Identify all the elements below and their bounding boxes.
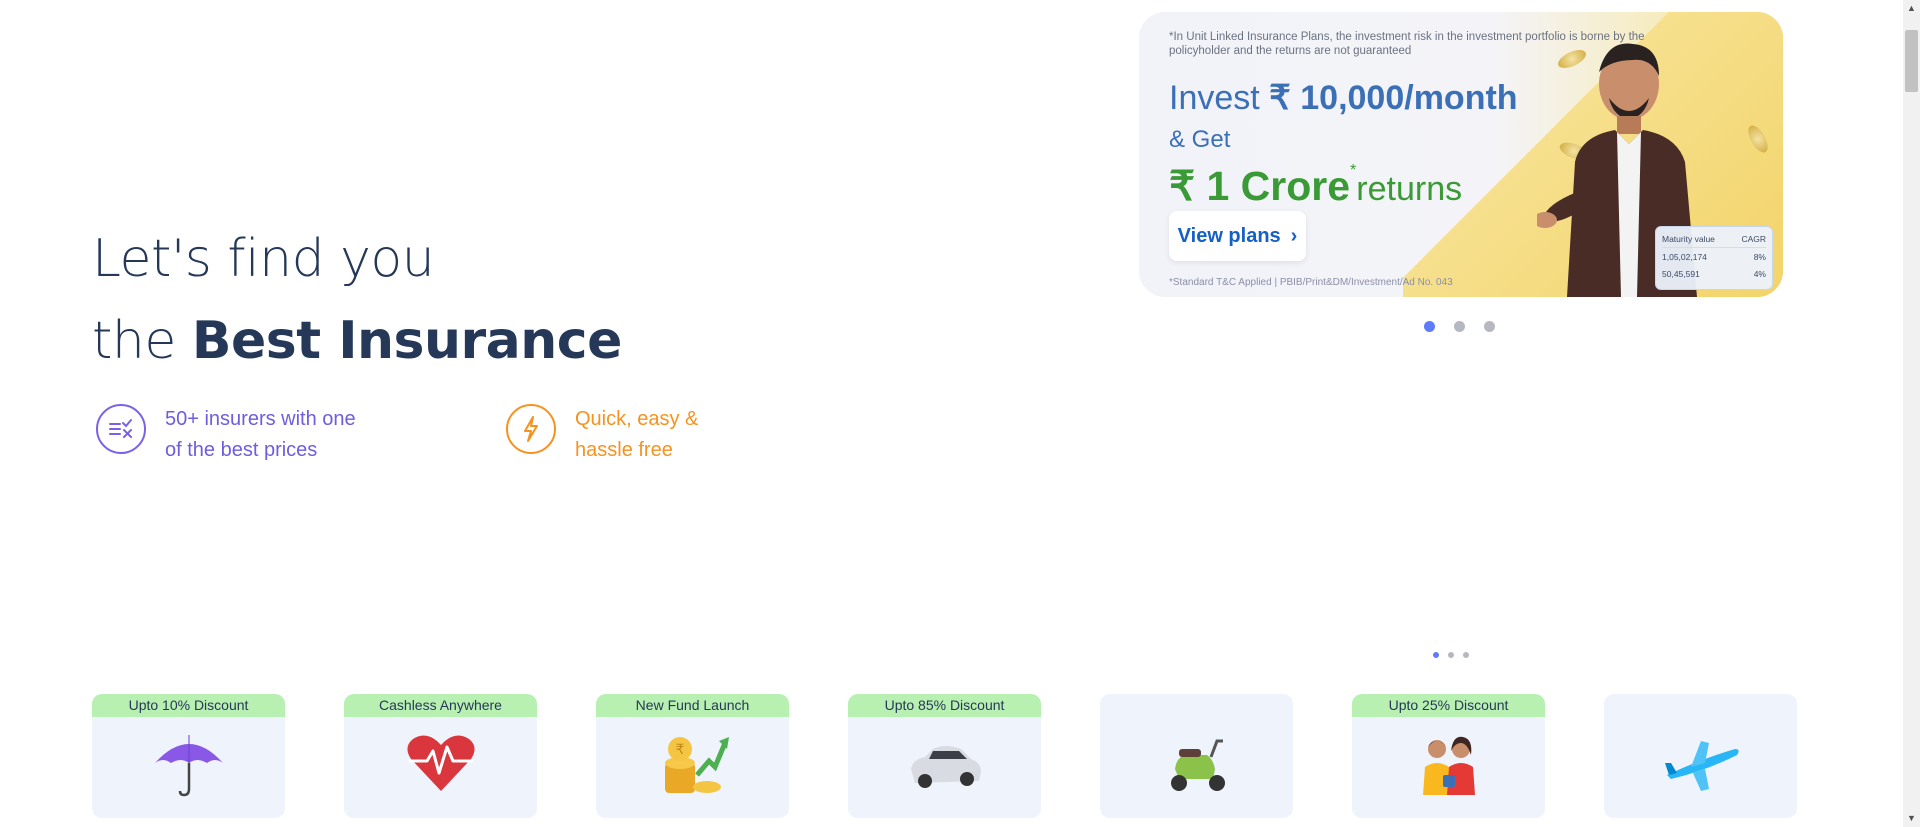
product-card-two-wheeler[interactable] [1100,694,1293,818]
lightning-icon [506,404,556,454]
maturity-cagr: 4% [1753,268,1766,279]
product-card-health[interactable]: Cashless Anywhere [344,694,537,818]
feature-hassle-free-line-1: Quick, easy & [575,408,699,430]
maturity-value: 50,45,591 [1662,268,1700,279]
compare-icon [96,404,146,454]
product-card-umbrella[interactable]: Upto 10% Discount [92,694,285,818]
scroll-down-arrow-icon[interactable]: ▼ [1903,810,1920,827]
coins-growth-icon: ₹ [664,737,729,793]
maturity-row: 1,05,02,174 8% [1662,248,1766,265]
hero-line-1: Let's find you [92,229,435,289]
maturity-cagr: 8% [1753,251,1766,262]
heart-pulse-icon [406,735,475,791]
product-pager-dot-3[interactable] [1463,652,1469,658]
view-plans-label: View plans [1177,224,1281,247]
svg-text:₹: ₹ [675,742,684,758]
hero-line-2: the Best Insurance [92,300,622,382]
product-pager-dot-1[interactable] [1433,652,1439,658]
banner-invest-amount: ₹ 10,000/month [1269,79,1518,117]
product-pager-dot-2[interactable] [1448,652,1454,658]
maturity-col-cagr: CAGR [1741,234,1766,244]
car-icon [910,746,981,788]
hero-heading: Let's find you the Best Insurance [92,218,622,382]
banner-fine-print: *Standard T&C Applied | PBIB/Print&DM/In… [1169,277,1453,288]
card-tag: Upto 25% Discount [1352,694,1545,717]
chevron-right-icon: › [1290,224,1298,247]
maturity-header: Maturity value CAGR [1662,231,1766,248]
card-tag [1604,694,1797,717]
maturity-table: Maturity value CAGR 1,05,02,174 8% 50,45… [1655,226,1773,290]
hero-line-2-prefix: the [92,311,192,371]
banner-carousel-dots [1424,321,1514,332]
banner-get-text: & Get [1169,126,1231,153]
hero-highlight: Best Insurance [191,311,623,371]
card-tag: Cashless Anywhere [344,694,537,717]
feature-insurers-line-2: of the best prices [165,439,318,461]
card-tag: Upto 10% Discount [92,694,285,717]
product-card-family[interactable]: Upto 25% Discount [1352,694,1545,818]
product-card-travel[interactable] [1604,694,1797,818]
feature-insurers: 50+ insurers with one of the best prices [96,404,356,466]
maturity-col-value: Maturity value [1662,234,1715,244]
carousel-dot-2[interactable] [1454,321,1465,332]
scooter-icon [1170,739,1225,791]
banner-invest-line: Invest ₹ 10,000/month [1169,78,1518,118]
family-icon [1422,736,1475,795]
banner-crore-line: ₹ 1 Crore*returns [1169,162,1462,210]
feature-hassle-free: Quick, easy & hassle free [506,404,698,466]
scrollbar-thumb[interactable] [1905,30,1918,92]
product-pager-dots [1433,652,1478,658]
feature-hassle-free-line-2: hassle free [575,439,673,461]
view-plans-button[interactable]: View plans › [1169,211,1306,261]
umbrella-icon [154,735,223,797]
card-tag: New Fund Launch [596,694,789,717]
page-scrollbar[interactable]: ▲ ▼ [1903,0,1920,827]
banner-invest-prefix: Invest [1169,79,1270,117]
product-card-investment[interactable]: New Fund Launch ₹ [596,694,789,818]
maturity-value: 1,05,02,174 [1662,251,1707,262]
product-card-car[interactable]: Upto 85% Discount [848,694,1041,818]
promo-banner[interactable]: *In Unit Linked Insurance Plans, the inv… [1139,12,1783,297]
card-tag: Upto 85% Discount [848,694,1041,717]
scroll-up-arrow-icon[interactable]: ▲ [1903,0,1920,17]
feature-insurers-line-1: 50+ insurers with one [165,408,356,430]
banner-crore-amount: ₹ 1 Crore [1169,163,1351,209]
maturity-row: 50,45,591 4% [1662,265,1766,282]
carousel-dot-1[interactable] [1424,321,1435,332]
carousel-dot-3[interactable] [1484,321,1495,332]
banner-returns-text: returns [1356,170,1463,208]
card-tag [1100,694,1293,717]
airplane-icon [1664,741,1739,791]
